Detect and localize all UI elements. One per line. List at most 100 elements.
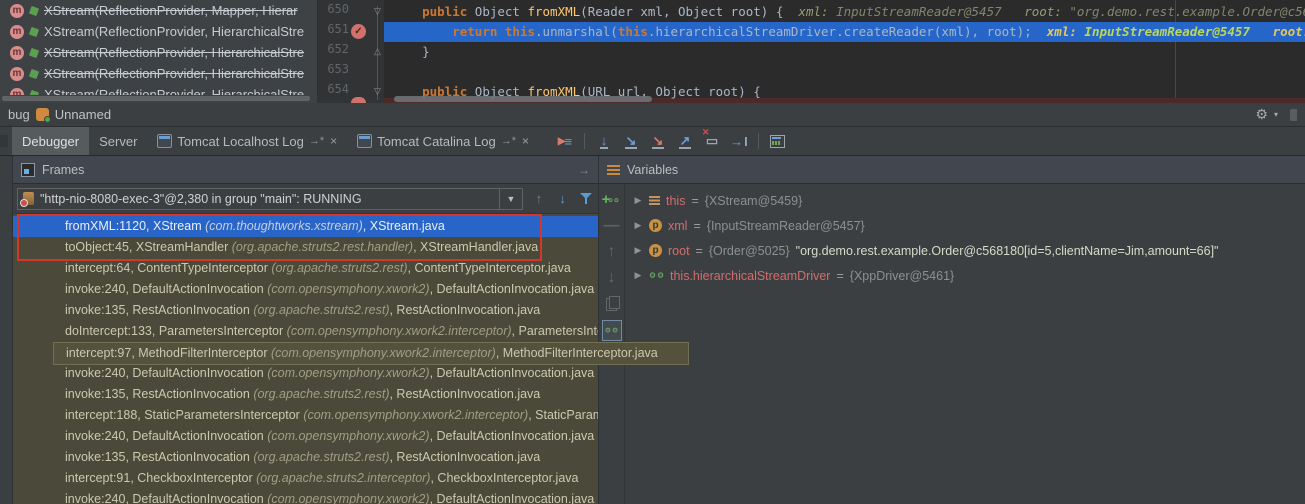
duplicate-icon[interactable] bbox=[602, 296, 622, 312]
stack-frame-row[interactable]: invoke:240, DefaultActionInvocation (com… bbox=[13, 279, 598, 300]
fold-marker[interactable]: ▽ bbox=[370, 2, 385, 22]
hide-window-icon-partial[interactable] bbox=[1290, 109, 1297, 121]
variable-row[interactable]: ▶this.hierarchicalStreamDriver={XppDrive… bbox=[625, 263, 1305, 288]
tab-label: Server bbox=[99, 134, 137, 149]
frame-package: (org.apache.struts2.rest) bbox=[253, 387, 389, 401]
stack-frame-row[interactable]: intercept:64, ContentTypeInterceptor (or… bbox=[13, 258, 598, 279]
toolbar-separator bbox=[584, 133, 585, 149]
move-down-icon[interactable]: ↓ bbox=[602, 270, 622, 286]
stack-frame-row[interactable]: toObject:45, XStreamHandler (org.apache.… bbox=[13, 237, 598, 258]
frame-file: , MethodFilterInterceptor.java bbox=[496, 346, 658, 360]
step-out-icon[interactable]: ↗ bbox=[673, 130, 697, 152]
next-frame-icon[interactable]: ↓ bbox=[555, 189, 571, 209]
stack-frame-row[interactable]: doIntercept:133, ParametersInterceptor (… bbox=[13, 321, 598, 342]
remove-watch-icon[interactable]: — bbox=[602, 218, 622, 234]
popup-scrollbar-thumb[interactable] bbox=[2, 96, 310, 101]
drop-frame-icon[interactable]: ▭✕ bbox=[700, 130, 724, 152]
editor-horizontal-scrollbar[interactable] bbox=[394, 96, 652, 102]
constructor-list-item[interactable]: mXStream(ReflectionProvider, Hierarchica… bbox=[0, 42, 317, 63]
frame-file: , RestActionInvocation.java bbox=[389, 450, 540, 464]
tab-tomcat-localhost-log[interactable]: Tomcat Localhost Log→*× bbox=[147, 127, 347, 155]
stack-frame-row[interactable]: invoke:240, DefaultActionInvocation (com… bbox=[13, 489, 598, 504]
popup-scrollbar[interactable] bbox=[0, 95, 317, 103]
variable-row[interactable]: ▶proot={Order@5025} "org.demo.rest.examp… bbox=[625, 238, 1305, 263]
fold-marker[interactable]: △ bbox=[370, 42, 385, 62]
tab-server[interactable]: Server bbox=[89, 127, 147, 155]
tab-label: Tomcat Localhost Log bbox=[177, 134, 303, 149]
expand-arrow-icon[interactable]: ▶ bbox=[633, 220, 643, 231]
frames-panel: Frames → "http-nio-8080-exec-3"@2,380 in… bbox=[13, 156, 598, 504]
variable-reference: {XppDriver@5461} bbox=[850, 269, 954, 283]
expand-arrow-icon[interactable]: ▶ bbox=[633, 195, 643, 206]
stack-frame-row[interactable]: fromXML:1120, XStream (com.thoughtworks.… bbox=[13, 216, 598, 237]
expand-arrow-icon[interactable]: ▶ bbox=[633, 245, 643, 256]
tab-debugger[interactable]: Debugger bbox=[12, 127, 89, 155]
frame-package: (org.apache.struts2.rest) bbox=[271, 261, 407, 275]
chevron-down-icon: ▾ bbox=[1274, 110, 1278, 119]
constructor-list-item[interactable]: mXStream(ReflectionProvider, Mapper, Hie… bbox=[0, 0, 317, 21]
stack-frame-row[interactable]: intercept:188, StaticParametersIntercept… bbox=[13, 405, 598, 426]
code-text-area[interactable]: public Object fromXML(Reader xml, Object… bbox=[386, 0, 1305, 103]
code-line[interactable]: public Object fromXML(Reader xml, Object… bbox=[386, 2, 1305, 22]
float-panel-icon[interactable]: → bbox=[578, 163, 590, 177]
step-into-icon[interactable]: ↘ bbox=[619, 130, 643, 152]
code-line[interactable]: return this.unmarshal(this.hierarchicalS… bbox=[386, 22, 1305, 42]
evaluate-expression-icon[interactable] bbox=[766, 130, 790, 152]
thread-selector[interactable]: "http-nio-8080-exec-3"@2,380 in group "m… bbox=[17, 188, 523, 210]
code-line[interactable]: } bbox=[386, 42, 1305, 62]
fold-marker[interactable]: ▽ bbox=[370, 82, 385, 102]
variable-row[interactable]: ▶pxml={InputStreamReader@5457} bbox=[625, 213, 1305, 238]
frame-method: invoke:135, RestActionInvocation bbox=[65, 303, 253, 317]
ide-debug-screen: 650▽651✓652△653654▽ public Object fromXM… bbox=[0, 0, 1305, 504]
step-over-icon[interactable]: ↓ bbox=[592, 130, 616, 152]
frame-package: (com.opensymphony.xwork2) bbox=[267, 282, 429, 296]
constructor-chooser-popup: m XStream(ReflectionProvider, Mapper, Hie… bbox=[0, 0, 318, 95]
filter-frames-icon[interactable] bbox=[578, 189, 594, 209]
equals-sign: = bbox=[691, 194, 698, 208]
code-editor[interactable]: 650▽651✓652△653654▽ public Object fromXM… bbox=[0, 0, 1305, 103]
frame-package: (org.apache.struts2.rest) bbox=[253, 303, 389, 317]
code-line[interactable] bbox=[386, 62, 1305, 82]
frame-package: (com.opensymphony.xwork2.interceptor) bbox=[287, 324, 512, 338]
stack-frame-row[interactable]: invoke:135, RestActionInvocation (org.ap… bbox=[13, 384, 598, 405]
constructor-label: XStream(ReflectionProvider, Hierarchical… bbox=[44, 24, 304, 39]
watch-icon bbox=[650, 271, 664, 279]
stack-frame-row[interactable]: invoke:240, DefaultActionInvocation (com… bbox=[13, 426, 598, 447]
tab-label: Tomcat Catalina Log bbox=[377, 134, 496, 149]
constructor-list-item[interactable]: m XStream(ReflectionProvider, Hierarchica… bbox=[0, 21, 317, 42]
variable-row[interactable]: ▶this={XStream@5459} bbox=[625, 188, 1305, 213]
stack-frame-row[interactable]: intercept:91, CheckboxInterceptor (org.a… bbox=[13, 468, 598, 489]
move-up-icon[interactable]: ↑ bbox=[602, 244, 622, 260]
method-icon: m bbox=[10, 25, 24, 39]
stack-frame-row[interactable]: invoke:135, RestActionInvocation (org.ap… bbox=[13, 447, 598, 468]
constructor-list-item[interactable]: mXStream(ReflectionProvider, Hierarchica… bbox=[0, 63, 317, 84]
line-number: 653 bbox=[313, 62, 349, 82]
frame-package: (org.apache.struts2.rest.handler) bbox=[232, 240, 413, 254]
settings-gear-icon[interactable]: ⚙ bbox=[1255, 108, 1268, 122]
breakpoint-icon-partial[interactable] bbox=[351, 97, 366, 103]
previous-frame-icon[interactable]: ↑ bbox=[531, 189, 547, 209]
constructor-label: XStream(ReflectionProvider, Hierarchical… bbox=[44, 87, 304, 95]
stack-frame-row[interactable]: invoke:135, RestActionInvocation (org.ap… bbox=[13, 300, 598, 321]
force-step-into-icon[interactable]: ↘ bbox=[646, 130, 670, 152]
expand-arrow-icon[interactable]: ▶ bbox=[633, 270, 643, 281]
constructor-list-item[interactable]: mXStream(ReflectionProvider, Hierarchica… bbox=[0, 84, 317, 95]
frame-file: , DefaultActionInvocation.java bbox=[430, 282, 595, 296]
parameter-icon: p bbox=[649, 219, 662, 232]
dropdown-arrow-icon[interactable]: ▼ bbox=[499, 189, 522, 209]
show-execution-point-icon[interactable]: ▶≡ bbox=[553, 130, 577, 152]
debugger-content: Frames → "http-nio-8080-exec-3"@2,380 in… bbox=[0, 156, 1305, 504]
constructor-label: XStream(ReflectionProvider, Mapper, Hier… bbox=[44, 3, 298, 18]
add-watch-icon[interactable]: + bbox=[602, 192, 622, 208]
show-watches-icon[interactable] bbox=[602, 322, 622, 338]
stack-frame-row[interactable]: invoke:240, DefaultActionInvocation (com… bbox=[13, 363, 598, 384]
debugger-tabbar: DebuggerServerTomcat Localhost Log→*×Tom… bbox=[0, 127, 1305, 156]
tab-tomcat-catalina-log[interactable]: Tomcat Catalina Log→*× bbox=[347, 127, 539, 155]
layout-menu-icon[interactable] bbox=[607, 165, 620, 175]
line-number: 654 bbox=[313, 82, 349, 102]
run-to-cursor-icon[interactable]: →I bbox=[727, 130, 751, 152]
frame-package: (com.opensymphony.xwork2) bbox=[267, 366, 429, 380]
close-icon[interactable]: × bbox=[330, 134, 337, 148]
breakpoint-icon[interactable]: ✓ bbox=[351, 24, 366, 39]
close-icon[interactable]: × bbox=[522, 134, 529, 148]
